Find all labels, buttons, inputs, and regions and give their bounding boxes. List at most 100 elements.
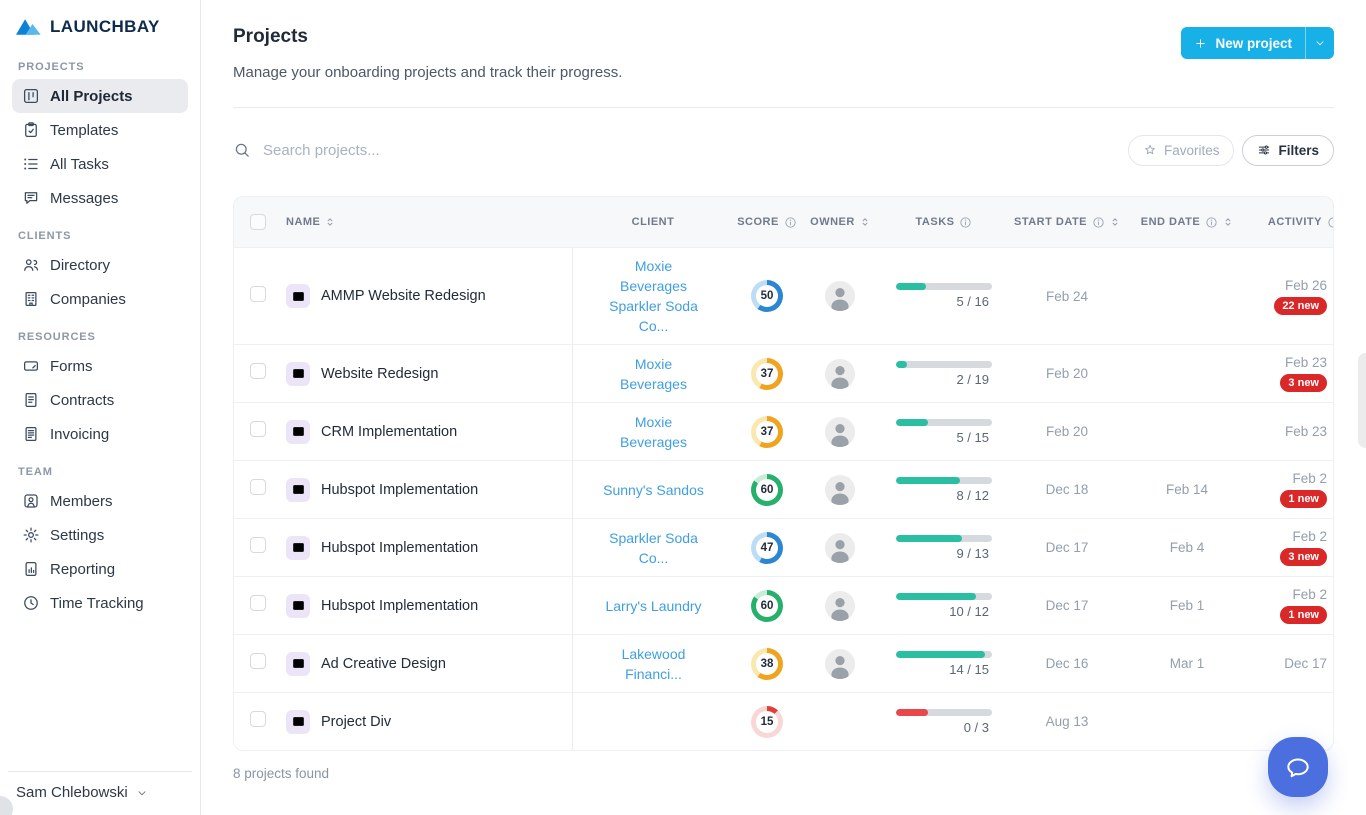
tasks-progress: 5 / 16 (896, 283, 992, 309)
activity-date: Feb 2 (1292, 471, 1327, 486)
column-header-start-date[interactable]: START DATE (1008, 216, 1126, 229)
column-label: END DATE (1140, 216, 1201, 228)
client-link[interactable]: Sunny's Sandos (601, 480, 707, 500)
new-project-dropdown[interactable] (1305, 27, 1334, 59)
start-date: Dec 18 (1045, 482, 1089, 497)
score-ring: 60 (751, 589, 783, 622)
table-row[interactable]: Ad Creative Design Lakewood Financi... 38 1… (234, 635, 1333, 693)
row-select-cell (234, 653, 278, 674)
tasks-cell: 5 / 16 (880, 283, 1008, 309)
row-checkbox[interactable] (250, 537, 266, 553)
score-cell: 60 (734, 589, 800, 622)
new-project-button[interactable]: New project (1181, 27, 1334, 59)
new-project-main[interactable]: New project (1181, 27, 1305, 59)
clock-icon (22, 594, 40, 612)
table-row[interactable]: Project Div 15 0 / 3 Aug 13 (234, 693, 1333, 750)
owner-cell (800, 590, 880, 621)
project-name: CRM Implementation (321, 423, 458, 440)
column-header-activity[interactable]: ACTIVITY (1248, 216, 1333, 229)
project-name-cell: Ad Creative Design (278, 651, 572, 676)
row-checkbox[interactable] (250, 479, 266, 495)
start-date: Feb 20 (1045, 424, 1089, 439)
client-link[interactable]: Larry's Laundry (601, 596, 707, 616)
client-link[interactable]: Lakewood Financi... (601, 644, 707, 684)
brand-logo[interactable]: LAUNCHBAY (12, 14, 188, 46)
score-value: 50 (756, 285, 778, 307)
sidebar-item-members[interactable]: Members (12, 484, 188, 518)
column-header-name[interactable]: NAME (278, 216, 572, 228)
scrollbar-thumb[interactable] (1358, 353, 1366, 448)
sidebar-item-all-tasks[interactable]: All Tasks (12, 147, 188, 181)
sidebar-item-time-tracking[interactable]: Time Tracking (12, 586, 188, 620)
client-link[interactable]: Sparkler Soda Co... (601, 296, 707, 336)
main-content: Projects Manage your onboarding projects… (201, 0, 1366, 815)
row-checkbox[interactable] (250, 421, 266, 437)
column-header-score[interactable]: SCORE (734, 216, 800, 229)
table-row[interactable]: CRM Implementation Moxie Beverages 37 5 / 1… (234, 403, 1333, 461)
row-checkbox[interactable] (250, 363, 266, 379)
toolbar: Favorites Filters (233, 132, 1334, 168)
tasks-progress-fill (896, 360, 907, 368)
section-label-team: TEAM (18, 466, 53, 478)
sidebar-item-templates[interactable]: Templates (12, 113, 188, 147)
search-box[interactable] (233, 140, 1128, 160)
client-link[interactable]: Moxie Beverages (601, 256, 707, 296)
owner-avatar[interactable] (825, 281, 855, 311)
tasks-progress: 10 / 12 (896, 592, 992, 619)
row-checkbox[interactable] (250, 285, 266, 302)
tasks-progress-fill (896, 592, 976, 600)
owner-avatar[interactable] (825, 590, 855, 621)
brand-mountain-icon (16, 16, 42, 38)
sidebar-item-messages[interactable]: Messages (12, 181, 188, 215)
sidebar-item-label: Settings (50, 526, 105, 544)
score-ring: 47 (751, 531, 783, 564)
owner-avatar[interactable] (825, 532, 855, 563)
owner-avatar[interactable] (825, 358, 855, 389)
client-link[interactable]: Moxie Beverages (601, 412, 707, 452)
user-menu[interactable]: Sam Chlebowski (12, 784, 188, 809)
sidebar-item-invoicing[interactable]: Invoicing (12, 417, 188, 451)
search-input[interactable] (261, 140, 685, 160)
activity-date: Feb 23 (1284, 355, 1327, 370)
sidebar-item-label: Invoicing (50, 425, 110, 443)
sidebar-item-forms[interactable]: Forms (12, 349, 188, 383)
sidebar-item-directory[interactable]: Directory (12, 248, 188, 282)
column-header-tasks[interactable]: TASKS (880, 216, 1008, 229)
toolbar-actions: Favorites Filters (1127, 134, 1334, 166)
client-link[interactable]: Sparkler Soda Co... (601, 528, 707, 568)
start-date-cell: Dec 17 (1008, 598, 1126, 613)
favorites-button[interactable]: Favorites (1127, 134, 1235, 166)
tasks-progress-fill (896, 708, 928, 716)
select-all-checkbox[interactable] (250, 214, 266, 230)
table-row[interactable]: AMMP Website Redesign Moxie Beverages Spar… (234, 248, 1333, 345)
activity-date: Dec 17 (1284, 656, 1327, 671)
column-header-client[interactable]: CLIENT (572, 216, 734, 228)
table-row[interactable]: Hubspot Implementation Sparkler Soda Co..… (234, 519, 1333, 577)
table-row[interactable]: Hubspot Implementation Larry's Laundry 60 1… (234, 577, 1333, 635)
owner-avatar[interactable] (825, 648, 855, 679)
owner-avatar[interactable] (825, 474, 855, 505)
row-checkbox[interactable] (250, 595, 266, 611)
row-checkbox[interactable] (250, 653, 266, 669)
chat-button[interactable] (1268, 737, 1328, 797)
activity-date: Feb 2 (1292, 529, 1327, 544)
column-label: NAME (286, 216, 321, 228)
filters-button[interactable]: Filters (1242, 134, 1334, 166)
sidebar-item-contracts[interactable]: Contracts (12, 383, 188, 417)
section-label-clients: CLIENTS (18, 230, 72, 242)
column-header-owner[interactable]: OWNER (800, 216, 880, 228)
sidebar-item-companies[interactable]: Companies (12, 282, 188, 316)
column-header-end-date[interactable]: END DATE (1126, 216, 1248, 229)
row-checkbox[interactable] (250, 711, 266, 727)
sidebar-item-reporting[interactable]: Reporting (12, 552, 188, 586)
activity-new-badge: 1 new (1280, 606, 1327, 624)
owner-avatar[interactable] (825, 416, 855, 447)
sidebar-item-settings[interactable]: Settings (12, 518, 188, 552)
table-row[interactable]: Website Redesign Moxie Beverages 37 2 / 19 F… (234, 345, 1333, 403)
sidebar-item-all-projects[interactable]: All Projects (12, 79, 188, 113)
activity-cell: Feb 26 22 new (1248, 278, 1333, 315)
client-link[interactable]: Moxie Beverages (601, 354, 707, 394)
tasks-cell: 10 / 12 (880, 592, 1008, 619)
tasks-progress-track (896, 360, 992, 368)
table-row[interactable]: Hubspot Implementation Sunny's Sandos 60 8 … (234, 461, 1333, 519)
